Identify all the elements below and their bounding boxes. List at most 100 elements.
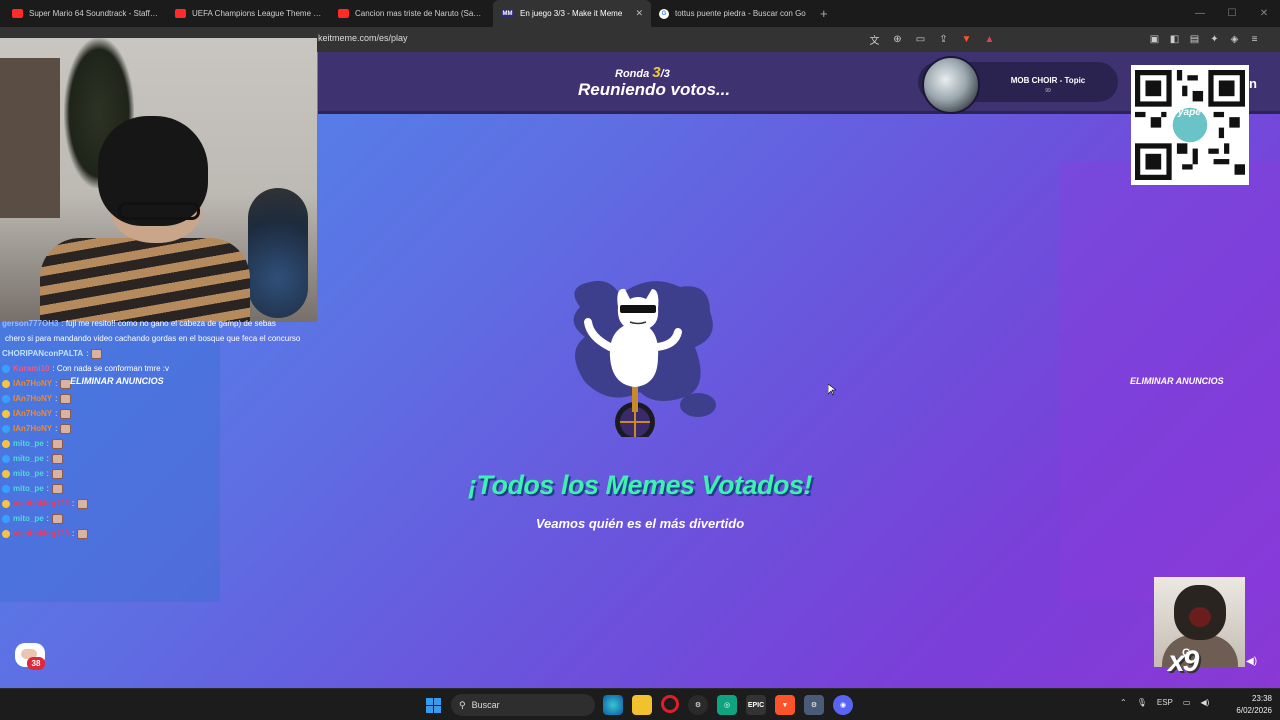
qr-logo-text: yape <box>1178 107 1201 118</box>
chat-username[interactable]: mito_pe <box>13 466 44 481</box>
tab-title: Super Mario 64 Soundtrack - Staff Ro <box>29 9 159 18</box>
zoom-icon[interactable]: ⊕ <box>889 31 906 48</box>
settings-icon[interactable]: ⚙ <box>804 695 824 715</box>
chat-emote-icon <box>77 528 89 539</box>
opera-icon[interactable] <box>661 695 679 713</box>
taskbar-clock[interactable]: 23:38 6/02/2026 <box>1228 693 1272 717</box>
tab-3[interactable]: Cancion mas triste de Naruto (Sadne <box>330 0 493 27</box>
tab-4-active[interactable]: MM En juego 3/3 - Make it Meme ✕ <box>493 0 651 27</box>
youtube-icon <box>175 9 186 18</box>
chat-emote-icon <box>60 393 72 404</box>
webcam-glasses <box>118 202 200 220</box>
chat-text: : Con nada se conforman tmre :v <box>52 364 169 373</box>
chat-username[interactable]: IAn7HoNY <box>13 421 52 436</box>
chat-badge-icon <box>2 499 10 508</box>
steam-icon[interactable]: ⚙ <box>688 695 708 715</box>
chat-username[interactable]: manboking123 <box>13 496 69 511</box>
chat-badge-icon <box>2 469 10 478</box>
chat-badge-icon <box>2 409 10 418</box>
new-tab-button[interactable]: + <box>820 6 828 21</box>
sidebar-icon[interactable]: ◧ <box>1166 31 1183 48</box>
file-explorer-icon[interactable] <box>632 695 652 715</box>
chat-emote-icon <box>51 468 63 479</box>
brave-shield-icon[interactable]: ▼ <box>958 31 975 48</box>
chat-message: IAn7HoNY: <box>2 406 312 421</box>
minimize-icon[interactable]: — <box>1184 0 1216 27</box>
chevron-up-icon[interactable]: ⌃ <box>1120 698 1127 707</box>
chat-username[interactable]: manboking123 <box>13 526 69 541</box>
tab-title: UEFA Champions League Theme - Al <box>192 9 322 18</box>
chat-emote-icon <box>51 453 63 464</box>
chat-username[interactable]: mito_pe <box>13 481 44 496</box>
tab-title: tottus puente piedra - Buscar con Go <box>675 9 806 18</box>
chat-badge-icon <box>2 379 10 388</box>
wallet-icon[interactable]: ▤ <box>1186 31 1203 48</box>
tab-1[interactable]: Super Mario 64 Soundtrack - Staff Ro <box>4 0 167 27</box>
chat-username[interactable]: CHORIPANconPALTA <box>2 346 83 361</box>
share-icon[interactable]: ⇪ <box>935 31 952 48</box>
system-tray: ⌃ 🎙 ESP ▭ ◀) <box>1120 698 1209 707</box>
chat-badge-icon <box>2 484 10 493</box>
epic-games-icon[interactable]: EPIC <box>746 695 766 715</box>
now-playing-title: MOB CHOIR - Topic <box>1010 76 1086 85</box>
close-window-icon[interactable]: ✕ <box>1248 0 1280 27</box>
chat-message: manboking123: <box>2 496 312 511</box>
chat-message: gerson777OH3: fuji me resito!! como no g… <box>2 316 312 331</box>
speaker-icon: ◀) <box>1246 656 1258 667</box>
chat-username[interactable]: IAn7HoNY <box>13 391 52 406</box>
edge-icon[interactable] <box>603 695 623 715</box>
discord-icon[interactable]: ◉ <box>833 695 853 715</box>
chat-message: CHORIPANconPALTA: <box>2 346 312 361</box>
qr-pattern <box>1135 70 1245 180</box>
header-letter: n <box>1249 76 1257 91</box>
chat-text: : <box>46 484 49 493</box>
mic-icon[interactable]: 🎙 <box>1137 698 1147 707</box>
vpn-icon[interactable]: ◈ <box>1226 31 1243 48</box>
chat-username[interactable]: gerson777OH3 <box>2 316 58 331</box>
windows-taskbar: ⚲ Buscar ⚙ ◎ EPIC ▼ ⚙ ◉ ⌃ 🎙 ESP ▭ ◀) 23:… <box>0 688 1280 720</box>
chat-message: mito_pe: <box>2 511 312 526</box>
chat-emote-icon <box>51 438 63 449</box>
stream-chat: gerson777OH3: fuji me resito!! como no g… <box>2 316 312 541</box>
volume-icon[interactable]: ◀) <box>1200 698 1209 707</box>
brave-rewards-icon[interactable]: ▲ <box>981 31 998 48</box>
chat-username[interactable]: IAn7HoNY <box>13 406 52 421</box>
chat-text: : <box>55 379 58 388</box>
cast-icon[interactable]: ▭ <box>912 31 929 48</box>
start-button[interactable] <box>426 698 441 713</box>
clock-time: 23:38 <box>1251 694 1272 703</box>
chat-username[interactable]: Kurami10 <box>13 361 49 376</box>
chat-message: IAn7HoNY: <box>2 421 312 436</box>
leo-icon[interactable]: ▣ <box>1146 31 1163 48</box>
chat-username[interactable]: IAn7HoNY <box>13 376 52 391</box>
language-indicator[interactable]: ESP <box>1157 698 1173 707</box>
chat-message: mito_pe: <box>2 451 312 466</box>
browser-menu-icons: ▣ ◧ ▤ ✦ ◈ ≡ <box>1146 31 1263 48</box>
chatgpt-icon[interactable]: ◎ <box>717 695 737 715</box>
round-total: /3 <box>660 68 670 80</box>
tab-5[interactable]: G tottus puente piedra - Buscar con Go <box>651 0 814 27</box>
menu-icon[interactable]: ≡ <box>1246 31 1263 48</box>
browser-tab-strip: Super Mario 64 Soundtrack - Staff Ro UEF… <box>0 0 1280 27</box>
chat-username[interactable]: mito_pe <box>13 451 44 466</box>
youtube-icon <box>338 9 349 18</box>
tab-2[interactable]: UEFA Champions League Theme - Al <box>167 0 330 27</box>
maximize-icon[interactable]: ☐ <box>1216 0 1248 27</box>
address-bar[interactable]: keitmeme.com/es/play <box>318 33 408 43</box>
network-icon[interactable]: ▭ <box>1183 698 1191 707</box>
chat-message: mito_pe: <box>2 436 312 451</box>
brave-icon[interactable]: ▼ <box>775 695 795 715</box>
ai-icon[interactable]: ✦ <box>1206 31 1223 48</box>
chat-badge-icon <box>2 394 10 403</box>
remove-ads-link[interactable]: ELIMINAR ANUNCIOS <box>1130 376 1224 386</box>
close-tab-icon[interactable]: ✕ <box>635 8 643 19</box>
chat-text: : <box>55 394 58 403</box>
webcam-shelf <box>0 58 60 218</box>
taskbar-search[interactable]: ⚲ Buscar <box>451 694 595 716</box>
translate-icon[interactable]: 文 <box>866 31 883 48</box>
chat-username[interactable]: mito_pe <box>13 511 44 526</box>
chat-emote-icon <box>91 348 103 359</box>
round-label: Ronda <box>615 68 650 80</box>
chat-username[interactable]: mito_pe <box>13 436 44 451</box>
chat-badge-icon <box>2 364 10 373</box>
